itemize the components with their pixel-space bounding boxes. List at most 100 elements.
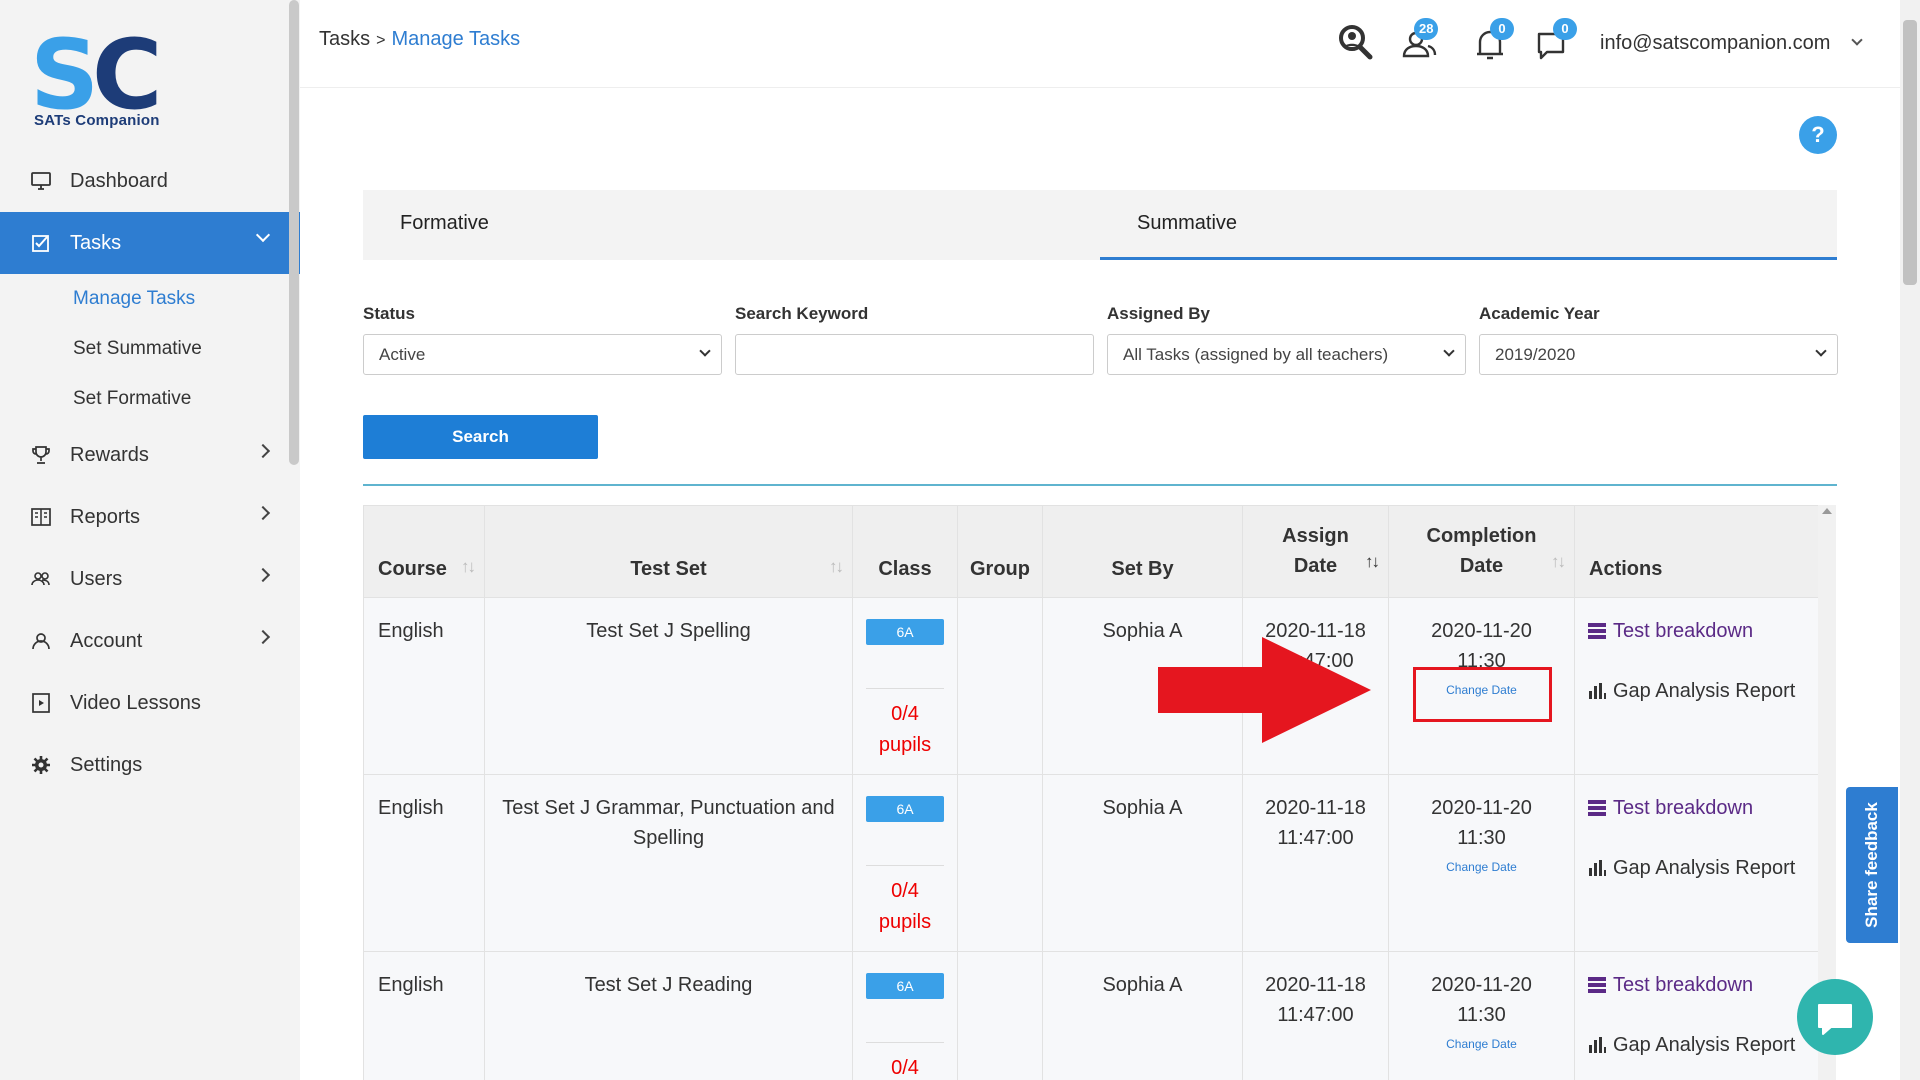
keyword-label: Search Keyword (735, 304, 869, 323)
column-header-set-by: Set By (1042, 505, 1243, 598)
table-row: English Test Set J Reading 6A 0/4pupils … (363, 951, 1818, 1080)
scroll-up-arrow-icon[interactable] (1822, 508, 1832, 514)
bar-chart-icon (1589, 860, 1606, 876)
sidebar-item-users[interactable]: Users (0, 548, 300, 610)
column-header-course[interactable]: Course ↑↓ (363, 505, 485, 598)
sidebar: S C SATs Companion Dashboard Tasks Manag… (0, 0, 300, 1080)
server-icon (1588, 800, 1606, 816)
status-select[interactable]: Active (363, 334, 722, 375)
divider (866, 865, 944, 866)
sidebar-item-account[interactable]: Account (0, 610, 300, 672)
test-breakdown-link[interactable]: Test breakdown (1575, 793, 1818, 823)
column-header-test-set[interactable]: Test Set ↑↓ (484, 505, 853, 598)
gap-analysis-link[interactable]: Gap Analysis Report (1575, 676, 1818, 706)
course-cell: English (363, 597, 485, 775)
group-cell (957, 951, 1043, 1080)
sort-icon[interactable]: ↑↓ (1551, 547, 1566, 577)
page-scrollbar[interactable] (1900, 0, 1920, 1080)
sort-icon[interactable]: ↑↓ (1365, 547, 1380, 577)
search-button[interactable]: Search (363, 415, 598, 459)
share-feedback-tab[interactable]: Share feedback (1846, 787, 1898, 943)
user-menu[interactable]: info@satscompanion.com (1600, 32, 1830, 55)
messages-badge: 0 (1553, 18, 1577, 40)
sidebar-item-label: Tasks (70, 231, 122, 254)
tab-summative[interactable]: Summative (1100, 190, 1837, 260)
sidebar-scrollbar[interactable] (289, 0, 299, 465)
academic-year-label: Academic Year (1479, 304, 1600, 323)
class-badge: 6A (866, 973, 944, 999)
actions-cell: Test breakdown Gap Analysis Report (1574, 951, 1818, 1080)
status-value: Active (379, 345, 426, 364)
academic-year-select[interactable]: 2019/2020 (1479, 334, 1838, 375)
change-date-link[interactable]: Change Date (1389, 1036, 1574, 1052)
live-chat-button[interactable] (1797, 979, 1873, 1055)
search-keyword-input[interactable] (735, 334, 1094, 375)
sidebar-item-label: Users (70, 567, 123, 590)
assign-date-cell: 2020-11-18 11:47:00 (1242, 951, 1389, 1080)
assigned-by-select[interactable]: All Tasks (assigned by all teachers) (1107, 334, 1466, 375)
chevron-down-icon (1815, 345, 1827, 357)
bell-icon[interactable]: 0 (1468, 18, 1514, 66)
breadcrumb-root[interactable]: Tasks (319, 28, 370, 50)
actions-cell: Test breakdown Gap Analysis Report (1574, 597, 1818, 775)
search-icon[interactable] (1334, 22, 1378, 66)
sidebar-item-rewards[interactable]: Rewards (0, 424, 300, 486)
gap-analysis-link[interactable]: Gap Analysis Report (1575, 1030, 1818, 1060)
tasks-icon (30, 232, 52, 254)
sidebar-item-settings[interactable]: Settings (0, 734, 300, 796)
help-button[interactable]: ? (1799, 116, 1837, 154)
test-breakdown-link[interactable]: Test breakdown (1575, 616, 1818, 646)
bar-chart-icon (1589, 683, 1606, 699)
sidebar-item-dashboard[interactable]: Dashboard (0, 150, 300, 212)
logo-text: SATs Companion (34, 112, 160, 129)
users-badge-icon[interactable]: 28 (1398, 18, 1442, 66)
sidebar-item-tasks[interactable]: Tasks (0, 212, 300, 274)
pupils-count[interactable]: 0/4pupils (853, 1053, 957, 1080)
completion-date-cell: 2020-11-20 11:30 Change Date (1388, 774, 1575, 952)
tab-formative[interactable]: Formative (400, 190, 489, 260)
task-type-tabs: Formative Summative (363, 190, 1837, 260)
class-badge: 6A (866, 796, 944, 822)
trophy-icon (30, 444, 52, 466)
video-icon (30, 692, 52, 714)
class-cell: 6A 0/4pupils (852, 951, 958, 1080)
chevron-right-icon (255, 629, 271, 645)
group-cell (957, 774, 1043, 952)
pupils-count[interactable]: 0/4pupils (853, 876, 957, 938)
sidebar-item-video-lessons[interactable]: Video Lessons (0, 672, 300, 734)
sidebar-nav: Dashboard Tasks Manage Tasks Set Summati… (0, 150, 300, 796)
sidebar-subitem-set-formative[interactable]: Set Formative (0, 374, 300, 424)
sidebar-item-reports[interactable]: Reports (0, 486, 300, 548)
sidebar-subitem-set-summative[interactable]: Set Summative (0, 324, 300, 374)
sort-icon[interactable]: ↑↓ (461, 557, 476, 577)
red-highlight-box (1413, 667, 1552, 722)
assign-date-cell: 2020-11-18 11:47:00 (1242, 774, 1389, 952)
group-cell (957, 597, 1043, 775)
chevron-down-icon (255, 227, 271, 243)
column-header-actions: Actions (1574, 505, 1818, 598)
sidebar-subitem-manage-tasks[interactable]: Manage Tasks (0, 274, 300, 324)
sidebar-item-label: Rewards (70, 443, 149, 466)
assigned-by-label: Assigned By (1107, 304, 1210, 323)
sort-icon[interactable]: ↑↓ (829, 557, 844, 577)
column-header-class: Class (852, 505, 958, 598)
change-date-link[interactable]: Change Date (1389, 859, 1574, 875)
divider (363, 484, 1837, 486)
status-filter: Status Active (363, 304, 722, 375)
column-header-completion-date[interactable]: Completion Date ↑↓ (1388, 505, 1575, 598)
chevron-down-icon[interactable] (1851, 34, 1863, 46)
status-label: Status (363, 304, 415, 323)
set-by-cell: Sophia A (1042, 951, 1243, 1080)
page-scroll-thumb[interactable] (1903, 20, 1917, 285)
bar-chart-icon (1589, 1037, 1606, 1053)
gap-analysis-link[interactable]: Gap Analysis Report (1575, 853, 1818, 883)
test-breakdown-link[interactable]: Test breakdown (1575, 970, 1818, 1000)
table-row: English Test Set J Spelling 6A 0/4 pupils… (363, 597, 1818, 775)
chevron-down-icon (1443, 345, 1455, 357)
tasks-table: Course ↑↓ Test Set ↑↓ Class Group Set By A… (363, 505, 1818, 1080)
column-header-assign-date[interactable]: Assign Date ↑↓ (1242, 505, 1389, 598)
tasks-table-container: Course ↑↓ Test Set ↑↓ Class Group Set By A… (363, 505, 1818, 1080)
pupils-count[interactable]: 0/4pupils (853, 699, 957, 761)
account-icon (30, 630, 52, 652)
chat-icon[interactable]: 0 (1531, 18, 1577, 66)
